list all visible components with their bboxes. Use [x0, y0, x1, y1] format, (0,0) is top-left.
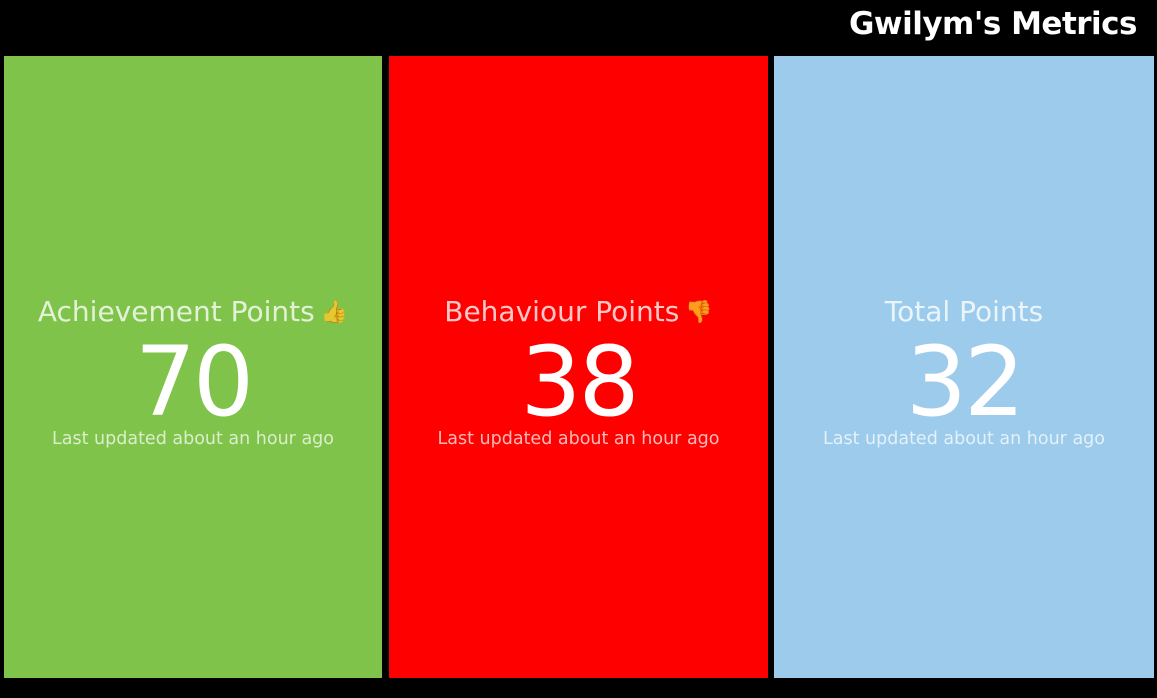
- widget-updated-at: Last updated about an hour ago: [52, 429, 334, 449]
- widget-title-text: Achievement Points: [37, 295, 315, 328]
- thumbs-up-icon: 👍: [320, 300, 349, 325]
- widget-title-text: Behaviour Points: [444, 295, 680, 328]
- achievement-points-widget: Achievement Points 👍 70 Last updated abou…: [4, 56, 382, 678]
- widget-title-text: Total Points: [884, 295, 1044, 328]
- widget-title: Behaviour Points 👎: [389, 295, 768, 330]
- widget-title: Total Points: [774, 295, 1154, 329]
- widget-updated-at: Last updated about an hour ago: [437, 429, 720, 449]
- total-points-widget: Total Points 32 Last updated about an ho…: [774, 56, 1154, 678]
- widget-title: Achievement Points 👍: [4, 295, 382, 330]
- widget-value: 38: [520, 326, 639, 438]
- metrics-grid: Achievement Points 👍 70 Last updated abou…: [0, 56, 1157, 678]
- widget-updated-at: Last updated about an hour ago: [823, 429, 1105, 449]
- widget-value: 70: [134, 326, 254, 438]
- widget-value: 32: [905, 326, 1025, 438]
- dashboard-header: Gwilym's Metrics: [0, 0, 1157, 56]
- footer-bar: [0, 678, 1157, 698]
- dashboard-title: Gwilym's Metrics: [848, 6, 1138, 42]
- behaviour-points-widget: Behaviour Points 👎 38 Last updated about …: [389, 56, 768, 678]
- thumbs-down-icon: 👎: [685, 300, 713, 325]
